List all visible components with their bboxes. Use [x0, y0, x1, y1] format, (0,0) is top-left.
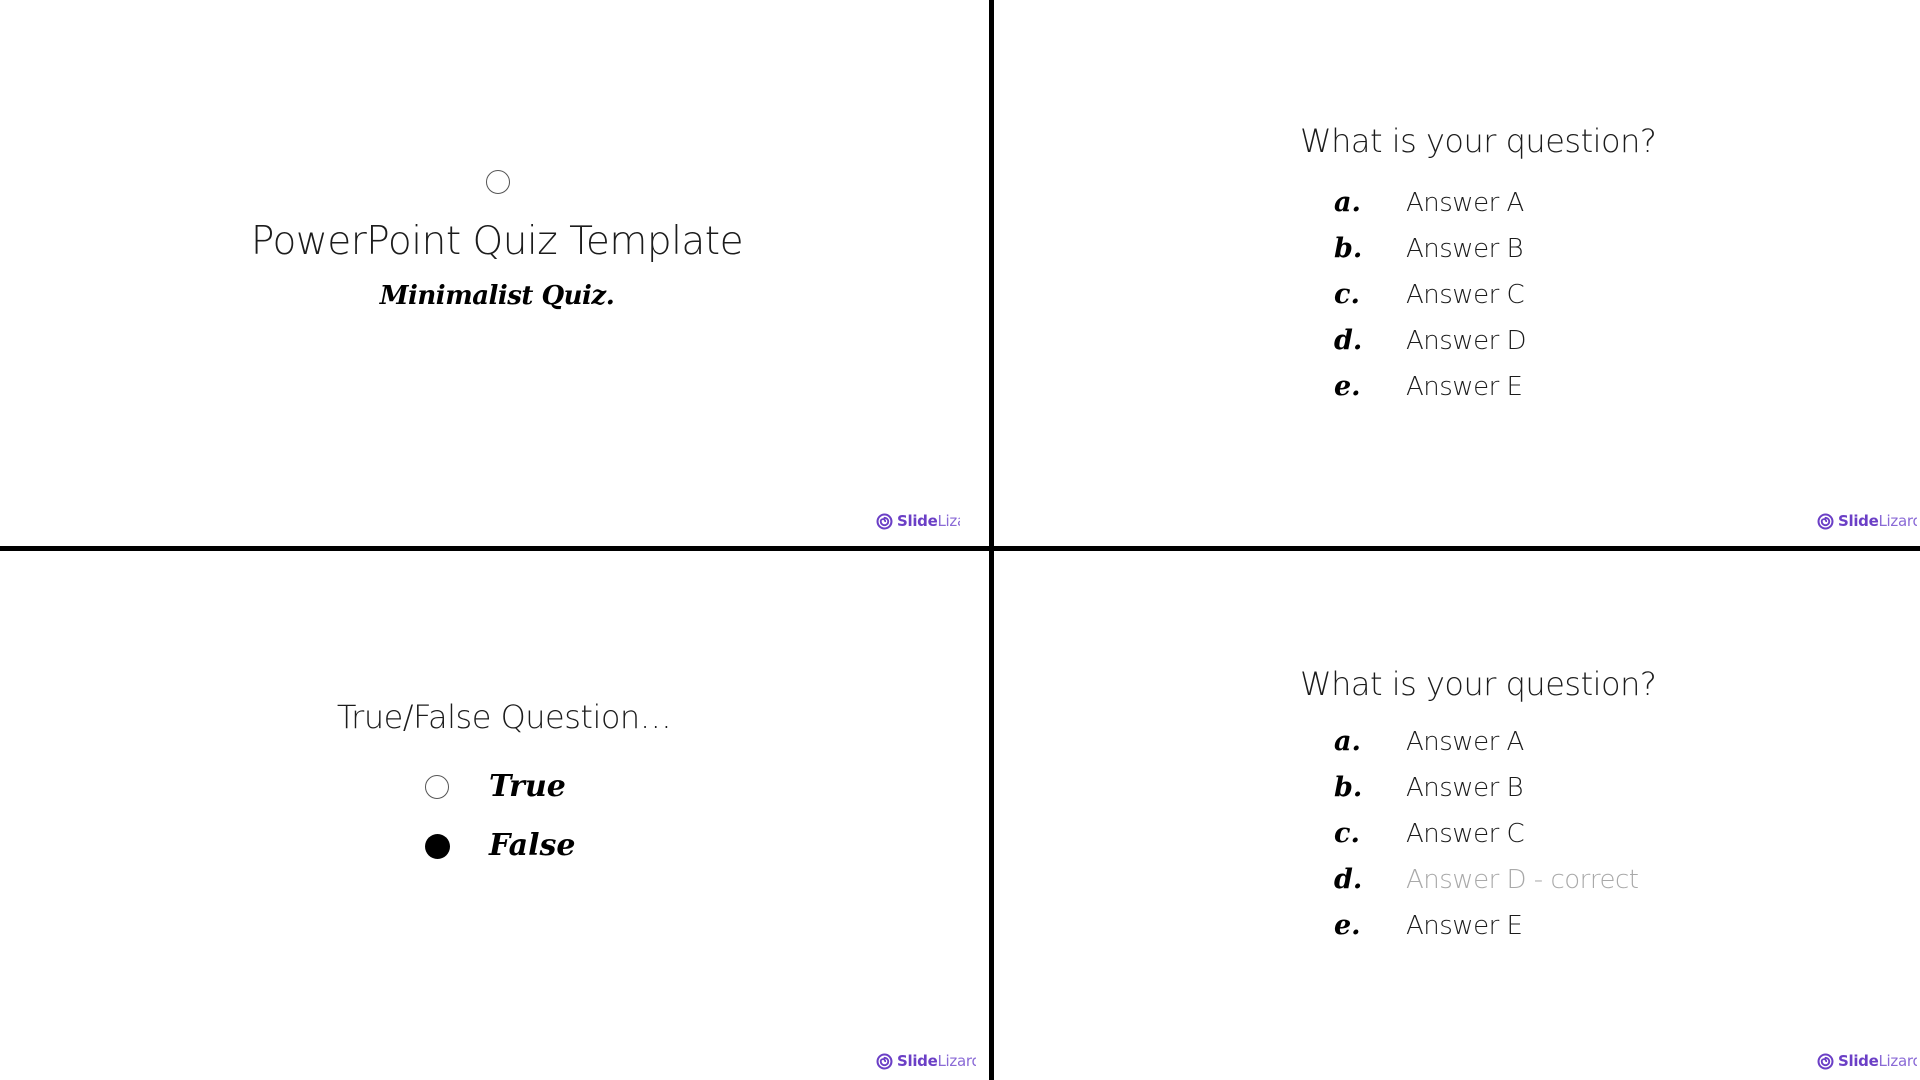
answer-letter: c.	[1334, 279, 1360, 310]
swirl-icon	[1817, 513, 1834, 529]
multiple-choice-slide[interactable]: What is your question? a. Answer A b. An…	[994, 0, 1920, 546]
answer-text: Answer C	[1406, 819, 1525, 849]
answer-letter: d.	[1334, 864, 1363, 895]
logo-word-slide: Slide	[1838, 512, 1879, 530]
answer-letter: b.	[1334, 772, 1363, 803]
answer-text: Answer B	[1406, 773, 1524, 803]
answer-text: Answer E	[1406, 911, 1523, 941]
slide-subtitle: Minimalist Quiz.	[379, 281, 615, 311]
question-text: What is your question?	[1300, 665, 1657, 703]
vertical-divider	[989, 0, 994, 1080]
option-label: False	[489, 828, 576, 863]
logo-word-lizard: Lizard	[1878, 1052, 1918, 1070]
answer-letter: e.	[1334, 371, 1361, 402]
answer-text: Answer A	[1406, 727, 1524, 757]
slide-grid: PowerPoint Quiz Template Minimalist Quiz…	[0, 0, 1920, 1080]
answer-letter: b.	[1334, 233, 1363, 264]
horizontal-divider	[0, 546, 1920, 551]
radio-unselected-icon[interactable]	[425, 775, 449, 799]
radio-unselected-icon	[486, 170, 510, 194]
radio-selected-icon[interactable]	[425, 834, 450, 859]
swirl-icon	[876, 513, 893, 529]
slidelizard-logo: SlideLizard	[1817, 512, 1917, 530]
logo-word-slide: Slide	[897, 512, 938, 530]
option-label: True	[489, 769, 566, 804]
slidelizard-logo: SlideLizard	[876, 1052, 976, 1070]
answer-text: Answer E	[1406, 372, 1523, 402]
multiple-choice-answered-slide[interactable]: What is your question? a. Answer A b. An…	[994, 551, 1920, 1080]
answer-letter: a.	[1334, 726, 1361, 757]
logo-word-slide: Slide	[1838, 1052, 1879, 1070]
title-slide[interactable]: PowerPoint Quiz Template Minimalist Quiz…	[0, 0, 989, 546]
answer-text: Answer C	[1406, 280, 1525, 310]
slidelizard-logo: SlideLizard	[1817, 1052, 1917, 1070]
answer-letter: e.	[1334, 910, 1361, 941]
slidelizard-logo: SlideLizard	[876, 512, 960, 530]
question-text: True/False Question…	[336, 698, 672, 736]
true-false-slide[interactable]: True/False Question… True False Slide Liz…	[0, 551, 989, 1080]
logo-word-lizard: Lizard	[937, 1052, 977, 1070]
answer-text: Answer D	[1406, 326, 1527, 356]
answer-letter: a.	[1334, 187, 1361, 218]
logo-word-lizard: Lizard	[937, 512, 961, 530]
answer-letter: c.	[1334, 818, 1360, 849]
logo-word-lizard: Lizard	[1878, 512, 1918, 530]
answer-text: Answer A	[1406, 188, 1524, 218]
logo-word-slide: Slide	[897, 1052, 938, 1070]
swirl-icon	[1817, 1053, 1834, 1069]
question-text: What is your question?	[1300, 122, 1657, 160]
answer-letter: d.	[1334, 325, 1363, 356]
slide-title: PowerPoint Quiz Template	[250, 219, 744, 264]
answer-text-correct: Answer D - correct	[1406, 865, 1639, 895]
answer-text: Answer B	[1406, 234, 1524, 264]
swirl-icon	[876, 1053, 893, 1069]
